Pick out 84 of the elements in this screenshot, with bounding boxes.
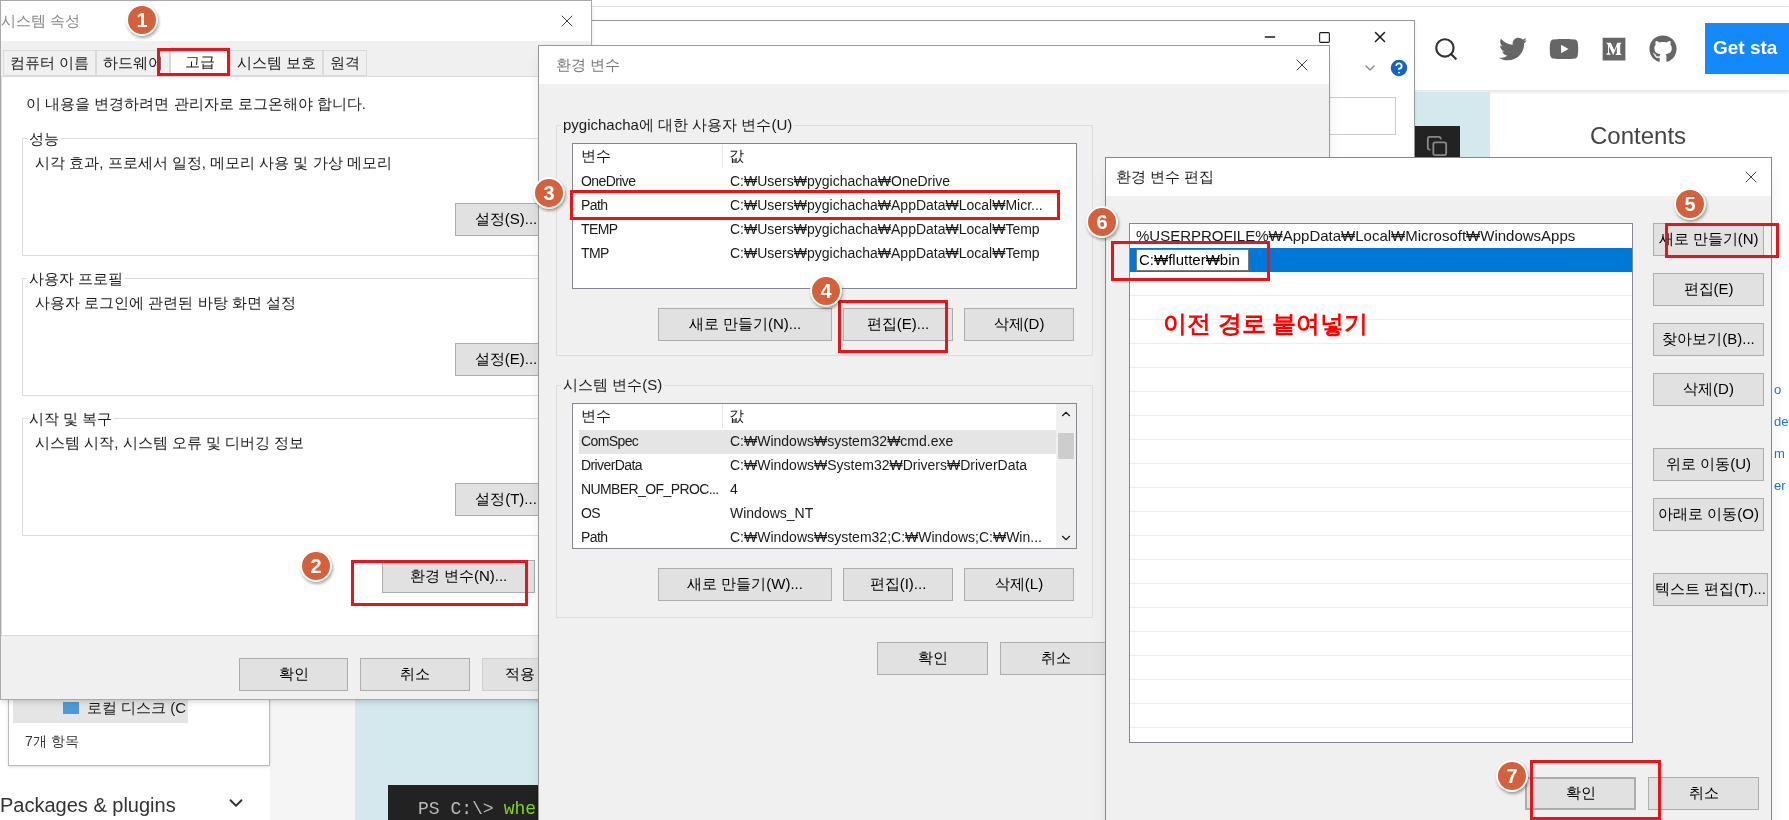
dialog-button[interactable]: 편집(E)... — [843, 307, 953, 341]
toc-link[interactable]: o — [1774, 378, 1789, 402]
path-entry[interactable]: C:₩flutter₩bin — [1130, 248, 1632, 272]
column-header[interactable]: 값 — [723, 405, 1056, 428]
group-title: pygichacha에 대한 사용자 변수(U) — [562, 115, 794, 135]
dialog-button[interactable]: 취소 — [1648, 777, 1759, 810]
dialog-button[interactable]: 삭제(D) — [964, 307, 1074, 341]
scrollbar[interactable] — [1056, 403, 1076, 548]
variable-value: C:₩Users₩pygichacha₩AppData₩Local₩Micr... — [729, 196, 1043, 215]
dialog-button[interactable]: 편집(E) — [1653, 273, 1764, 306]
dialog-button[interactable]: 아래로 이동(O) — [1653, 498, 1764, 531]
variable-value: C:₩Windows₩system32;C:₩Windows;C:₩Win... — [729, 528, 1042, 547]
variable-row[interactable]: TEMP C:₩Users₩pygichacha₩AppData₩Local₩Temp — [579, 217, 1076, 242]
dialog-button[interactable]: 확인 — [877, 642, 988, 675]
variable-row[interactable]: OS Windows_NT — [579, 501, 1056, 526]
group-title: 시스템 변수(S) — [562, 375, 664, 395]
dialog-button[interactable]: 새로 만들기(N)... — [658, 307, 832, 341]
group-description: 시스템 시작, 시스템 오류 및 디버깅 정보 — [35, 433, 306, 453]
dialog-button[interactable]: 삭제(L) — [964, 567, 1074, 601]
code-prompt: PS C:\> — [418, 798, 494, 820]
variable-name: NUMBER_OF_PROC... — [580, 480, 720, 499]
tab[interactable]: 원격 — [323, 50, 368, 76]
dialog-button[interactable]: 편집(I)... — [843, 567, 953, 601]
variable-name: ComSpec — [580, 432, 640, 451]
variable-row[interactable]: OneDrive C:₩Users₩pygichacha₩OneDrive — [579, 169, 1076, 194]
variable-value: 4 — [729, 480, 738, 499]
variable-row[interactable]: NUMBER_OF_PROC... 4 — [579, 477, 1056, 502]
dialog-button[interactable]: 확인 — [239, 658, 349, 691]
tab[interactable]: 컴퓨터 이름 — [3, 50, 97, 76]
variable-name: TMP — [580, 244, 610, 263]
dialog-button[interactable]: 취소 — [360, 658, 470, 691]
variable-value: C:₩Windows₩system32₩cmd.exe — [729, 432, 954, 451]
toc-link[interactable]: m — [1774, 442, 1789, 466]
toc-link[interactable]: er — [1774, 474, 1789, 498]
variable-name: Path — [580, 528, 609, 547]
group-title: 사용자 프로필 — [28, 268, 125, 289]
window-title: 환경 변수 편집 — [1116, 166, 1215, 187]
copy-icon[interactable] — [1426, 135, 1448, 157]
path-text: %USERPROFILE%₩AppData₩Local₩Microsoft₩WindowsApps — [1136, 225, 1576, 246]
group-title: 성능 — [28, 128, 60, 149]
toc-link[interactable]: de — [1774, 410, 1789, 434]
variable-name: Path — [580, 196, 609, 215]
path-input[interactable]: C:₩flutter₩bin — [1136, 249, 1249, 271]
dialog-button[interactable]: 새로 만들기(W)... — [658, 567, 832, 601]
scroll-thumb[interactable] — [1058, 432, 1074, 459]
group-title: 시작 및 복구 — [28, 408, 114, 429]
variable-name: DriverData — [580, 456, 644, 475]
dialog-button[interactable]: 삭제(D) — [1653, 373, 1764, 406]
variable-value: C:₩Users₩pygichacha₩OneDrive — [729, 172, 951, 191]
dialog-button[interactable]: 텍스트 편집(T)... — [1653, 573, 1768, 606]
annotation-text: 이전 경로 붙여넣기 — [1163, 309, 1369, 339]
column-header[interactable]: 변수 — [573, 145, 723, 168]
column-header[interactable]: 값 — [723, 145, 1076, 168]
letter-m-icon[interactable] — [1601, 35, 1627, 62]
tab[interactable]: 시스템 보호 — [230, 50, 324, 76]
help-icon[interactable] — [1388, 57, 1410, 79]
contents-heading: Contents — [1590, 121, 1687, 151]
search-icon[interactable] — [1433, 35, 1459, 62]
variable-value: C:₩Windows₩System32₩Drivers₩DriverData — [729, 456, 1028, 475]
variable-row[interactable]: DriverData C:₩Windows₩System32₩Drivers₩DriverData — [579, 453, 1056, 478]
github-icon[interactable] — [1649, 34, 1677, 63]
group-description: 사용자 로그인에 관련된 바탕 화면 설정 — [35, 293, 297, 313]
notice-text: 이 내용을 변경하려면 관리자로 로그온해야 합니다. — [26, 94, 367, 114]
maximize-icon[interactable] — [1318, 30, 1331, 44]
dialog-button[interactable]: 위로 이동(U) — [1653, 448, 1764, 481]
variable-value: Windows_NT — [729, 504, 814, 523]
variable-row[interactable]: TMP C:₩Users₩pygichacha₩AppData₩Local₩Temp — [579, 241, 1076, 266]
variable-name: OneDrive — [580, 172, 637, 191]
code-command: whe — [503, 798, 537, 820]
column-header[interactable]: 변수 — [573, 405, 723, 428]
window-title: 시스템 속성 — [1, 10, 81, 31]
window-title: 환경 변수 — [556, 54, 621, 75]
dialog-button[interactable]: 환경 변수(N)... — [382, 559, 535, 593]
dialog-button[interactable]: 찾아보기(B)... — [1653, 323, 1764, 356]
variable-row[interactable]: Path C:₩Windows₩system32;C:₩Windows;C:₩Win... — [579, 525, 1056, 550]
variable-value: C:₩Users₩pygichacha₩AppData₩Local₩Temp — [729, 244, 1040, 263]
variable-row[interactable]: ComSpec C:₩Windows₩system32₩cmd.exe — [579, 429, 1056, 454]
status-text: 7개 항목 — [25, 732, 79, 751]
variable-name: OS — [580, 504, 602, 523]
dialog-button[interactable]: 확인 — [1525, 777, 1636, 810]
group-description: 시각 효과, 프로세서 일정, 메모리 사용 및 가상 메모리 — [35, 153, 393, 173]
sidebar-item[interactable]: Packages & plugins — [0, 790, 176, 820]
variable-value: C:₩Users₩pygichacha₩AppData₩Local₩Temp — [729, 220, 1040, 239]
variable-name: TEMP — [580, 220, 619, 239]
